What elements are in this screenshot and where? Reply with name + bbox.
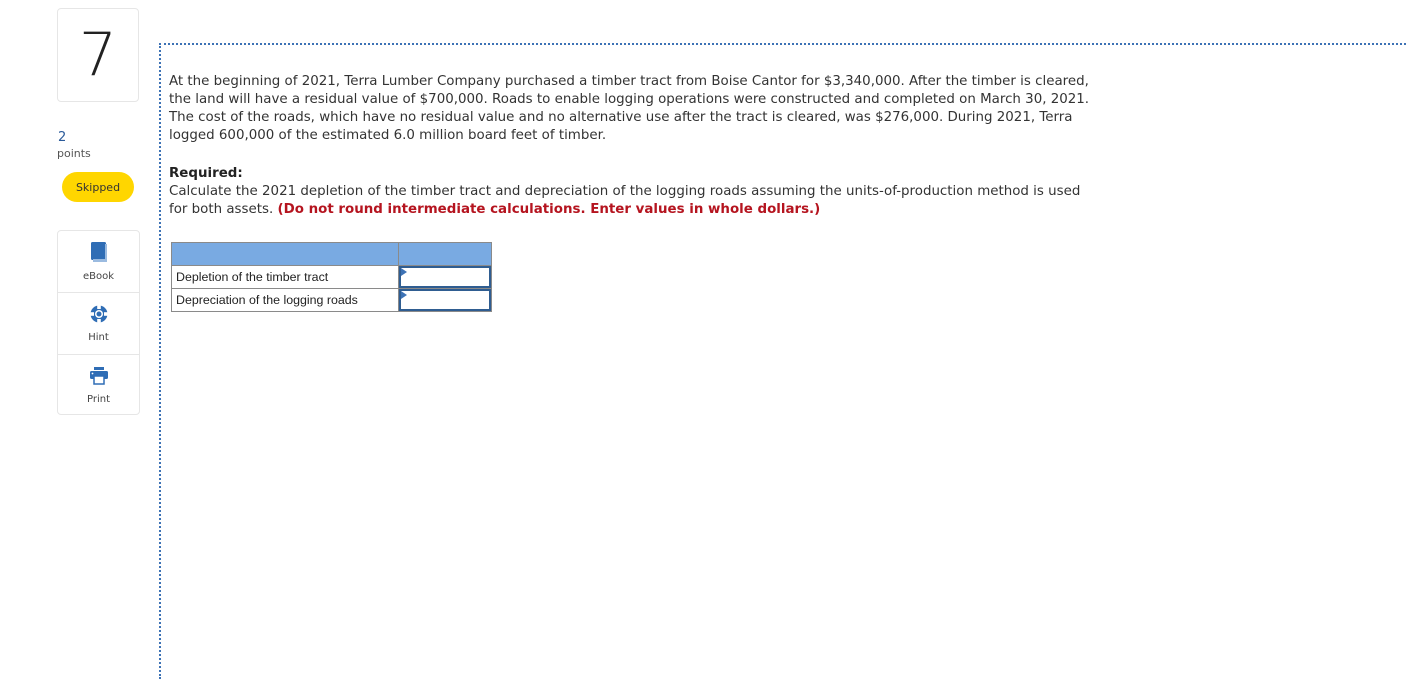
points-label: points <box>57 147 91 160</box>
status-badge: Skipped <box>62 172 134 202</box>
input-marker-icon <box>401 268 407 276</box>
required-section: Required: Calculate the 2021 depletion o… <box>169 165 1099 219</box>
tools-panel: eBook Hint Print <box>57 230 140 415</box>
table-row: Depletion of the timber tract <box>171 265 492 289</box>
problem-text: At the beginning of 2021, Terra Lumber C… <box>169 74 1090 143</box>
question-number: 7 <box>57 8 139 102</box>
table-header-row <box>171 242 492 266</box>
points-value: 2 <box>58 130 67 145</box>
book-icon <box>89 241 109 267</box>
depreciation-cell <box>398 288 492 312</box>
row-label-depreciation: Depreciation of the logging roads <box>171 288 399 312</box>
row-label-depletion: Depletion of the timber tract <box>171 265 399 289</box>
lifebuoy-icon <box>89 304 109 328</box>
header-cell-value <box>398 242 492 266</box>
instruction-text: (Do not round intermediate calculations.… <box>277 202 821 217</box>
required-title: Required: <box>169 166 243 181</box>
answer-table: Depletion of the timber tract Depreciati… <box>171 242 492 312</box>
header-cell-label <box>171 242 399 266</box>
input-marker-icon <box>401 291 407 299</box>
print-button[interactable]: Print <box>58 355 139 416</box>
printer-icon <box>89 366 109 390</box>
table-row: Depreciation of the logging roads <box>171 288 492 312</box>
depreciation-input[interactable] <box>399 289 491 311</box>
ebook-button[interactable]: eBook <box>58 231 139 293</box>
hint-label: Hint <box>88 332 109 343</box>
print-label: Print <box>86 394 110 405</box>
ebook-label: eBook <box>82 271 115 282</box>
hint-button[interactable]: Hint <box>58 293 139 355</box>
depletion-input[interactable] <box>399 266 491 288</box>
depletion-cell <box>398 265 492 289</box>
question-content: At the beginning of 2021, Terra Lumber C… <box>159 43 1408 679</box>
